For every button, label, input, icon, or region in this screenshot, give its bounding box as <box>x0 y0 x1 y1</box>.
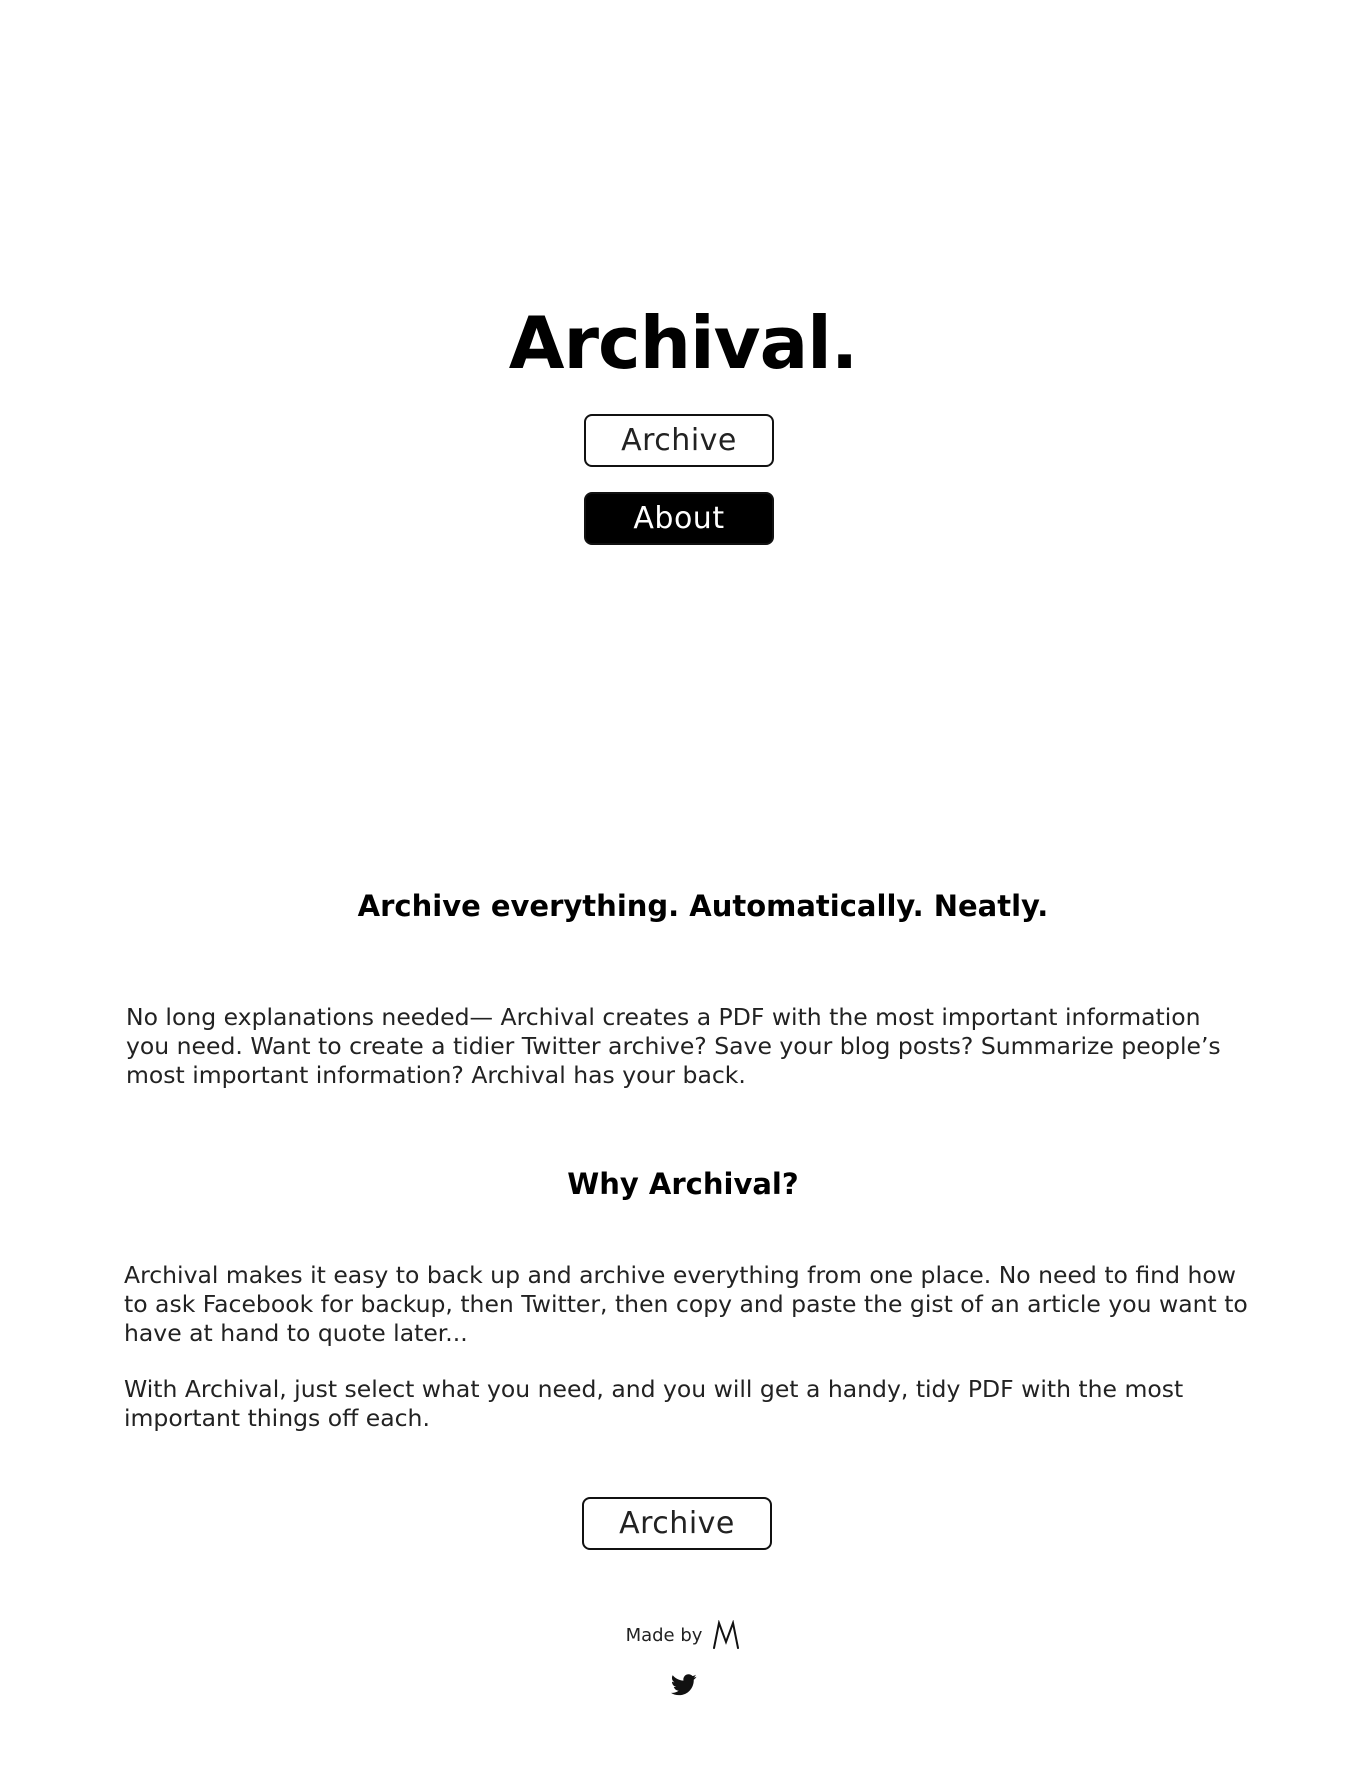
about-button[interactable]: About <box>584 492 774 545</box>
archive-cta-button[interactable]: Archive <box>582 1497 772 1550</box>
why-heading: Why Archival? <box>567 1167 799 1201</box>
twitter-icon[interactable] <box>670 1674 697 1696</box>
tagline-heading: Archive everything. Automatically. Neatl… <box>357 889 1049 923</box>
intro-paragraph: No long explanations needed— Archival cr… <box>126 1003 1221 1089</box>
page-title: Archival. <box>508 301 858 385</box>
why-paragraph-1: Archival makes it easy to back up and ar… <box>124 1261 1248 1347</box>
m-monogram-icon[interactable] <box>712 1619 740 1650</box>
why-paragraph-2: With Archival, just select what you need… <box>124 1375 1184 1432</box>
page: Archival. Archive About Archive everythi… <box>0 0 1366 1771</box>
made-by-label: Made by <box>625 1624 703 1646</box>
archive-button[interactable]: Archive <box>584 414 774 467</box>
footer-credit: Made by <box>0 1619 1366 1650</box>
